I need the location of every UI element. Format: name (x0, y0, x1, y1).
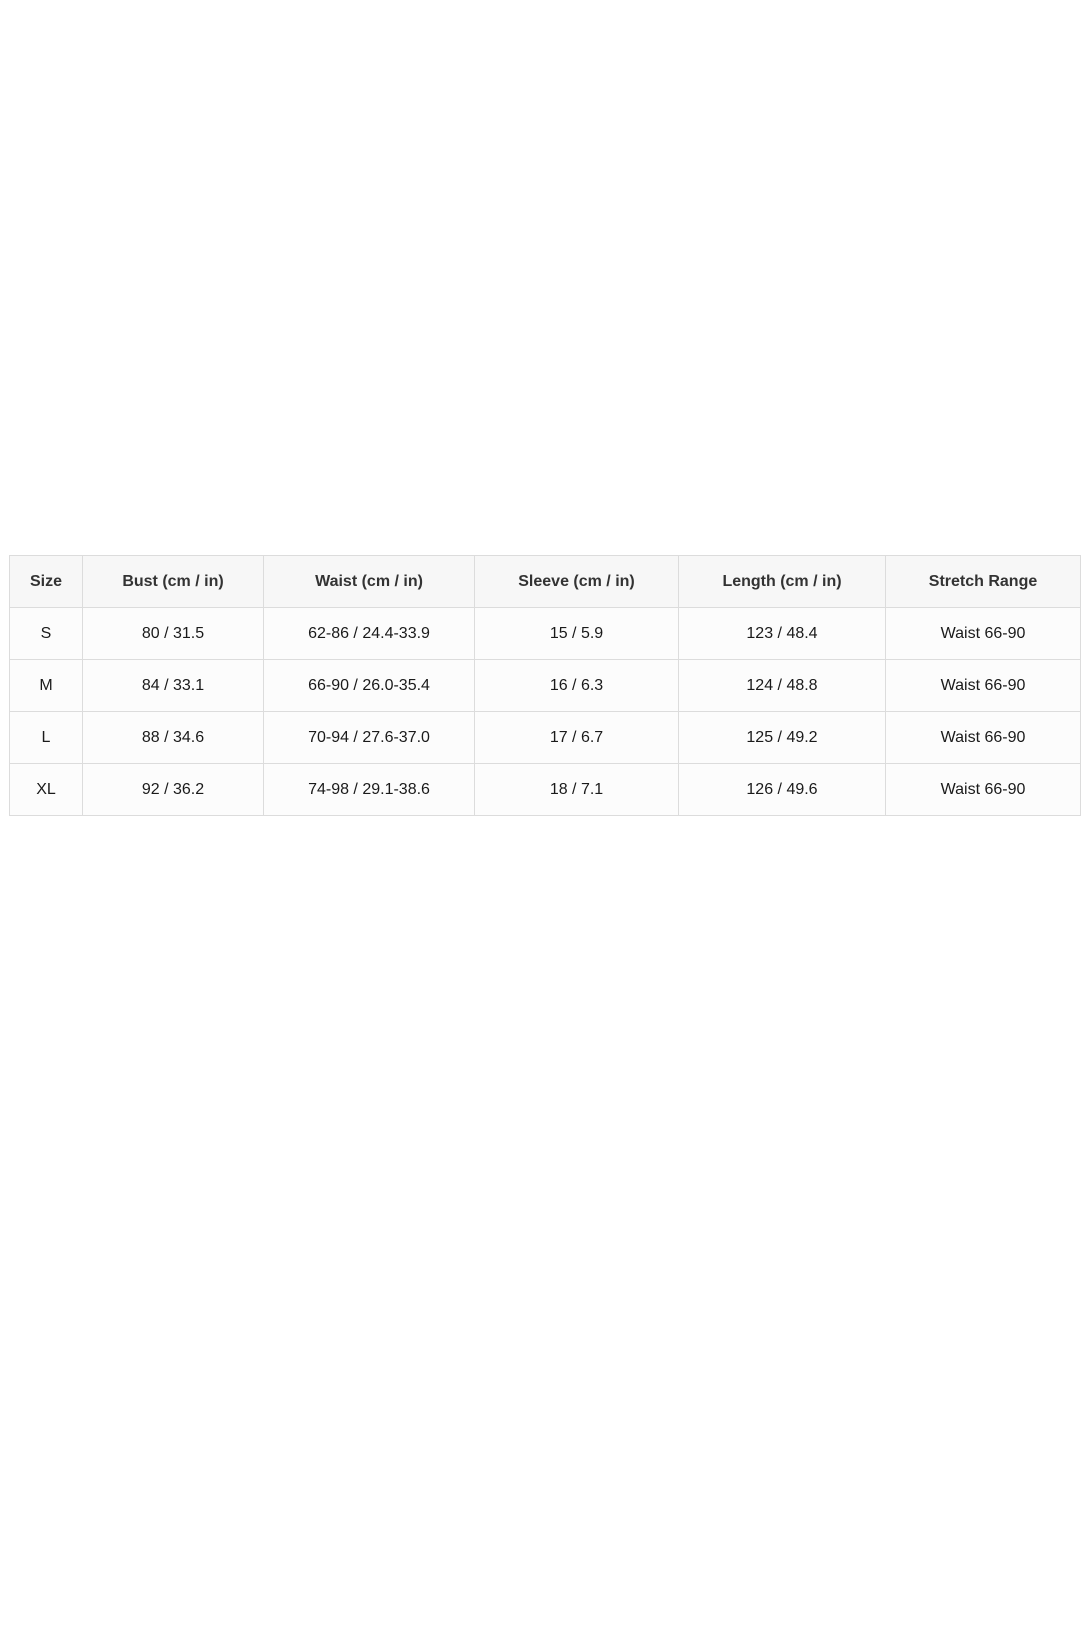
cell-waist: 74-98 / 29.1-38.6 (263, 763, 475, 816)
cell-size: XL (9, 763, 83, 816)
table-row: XL 92 / 36.2 74-98 / 29.1-38.6 18 / 7.1 … (9, 763, 1081, 816)
cell-stretch-range: Waist 66-90 (885, 711, 1081, 764)
cell-sleeve: 16 / 6.3 (474, 659, 679, 712)
size-chart-body: S 80 / 31.5 62-86 / 24.4-33.9 15 / 5.9 1… (9, 607, 1081, 816)
cell-length: 125 / 49.2 (678, 711, 886, 764)
cell-waist: 66-90 / 26.0-35.4 (263, 659, 475, 712)
table-row: M 84 / 33.1 66-90 / 26.0-35.4 16 / 6.3 1… (9, 659, 1081, 712)
cell-size: L (9, 711, 83, 764)
header-waist: Waist (cm / in) (263, 555, 475, 608)
cell-size: S (9, 607, 83, 660)
size-chart-table: Size Bust (cm / in) Waist (cm / in) Slee… (9, 555, 1081, 816)
header-stretch-range: Stretch Range (885, 555, 1081, 608)
cell-stretch-range: Waist 66-90 (885, 607, 1081, 660)
header-size: Size (9, 555, 83, 608)
table-row: S 80 / 31.5 62-86 / 24.4-33.9 15 / 5.9 1… (9, 607, 1081, 660)
size-chart-header: Size Bust (cm / in) Waist (cm / in) Slee… (9, 555, 1081, 608)
cell-size: M (9, 659, 83, 712)
cell-bust: 84 / 33.1 (82, 659, 264, 712)
table-row: L 88 / 34.6 70-94 / 27.6-37.0 17 / 6.7 1… (9, 711, 1081, 764)
cell-bust: 88 / 34.6 (82, 711, 264, 764)
cell-stretch-range: Waist 66-90 (885, 763, 1081, 816)
cell-stretch-range: Waist 66-90 (885, 659, 1081, 712)
cell-length: 126 / 49.6 (678, 763, 886, 816)
cell-waist: 62-86 / 24.4-33.9 (263, 607, 475, 660)
cell-sleeve: 17 / 6.7 (474, 711, 679, 764)
cell-length: 123 / 48.4 (678, 607, 886, 660)
header-row: Size Bust (cm / in) Waist (cm / in) Slee… (9, 555, 1081, 608)
header-bust: Bust (cm / in) (82, 555, 264, 608)
cell-length: 124 / 48.8 (678, 659, 886, 712)
header-sleeve: Sleeve (cm / in) (474, 555, 679, 608)
cell-bust: 80 / 31.5 (82, 607, 264, 660)
cell-sleeve: 15 / 5.9 (474, 607, 679, 660)
cell-bust: 92 / 36.2 (82, 763, 264, 816)
header-length: Length (cm / in) (678, 555, 886, 608)
cell-waist: 70-94 / 27.6-37.0 (263, 711, 475, 764)
cell-sleeve: 18 / 7.1 (474, 763, 679, 816)
